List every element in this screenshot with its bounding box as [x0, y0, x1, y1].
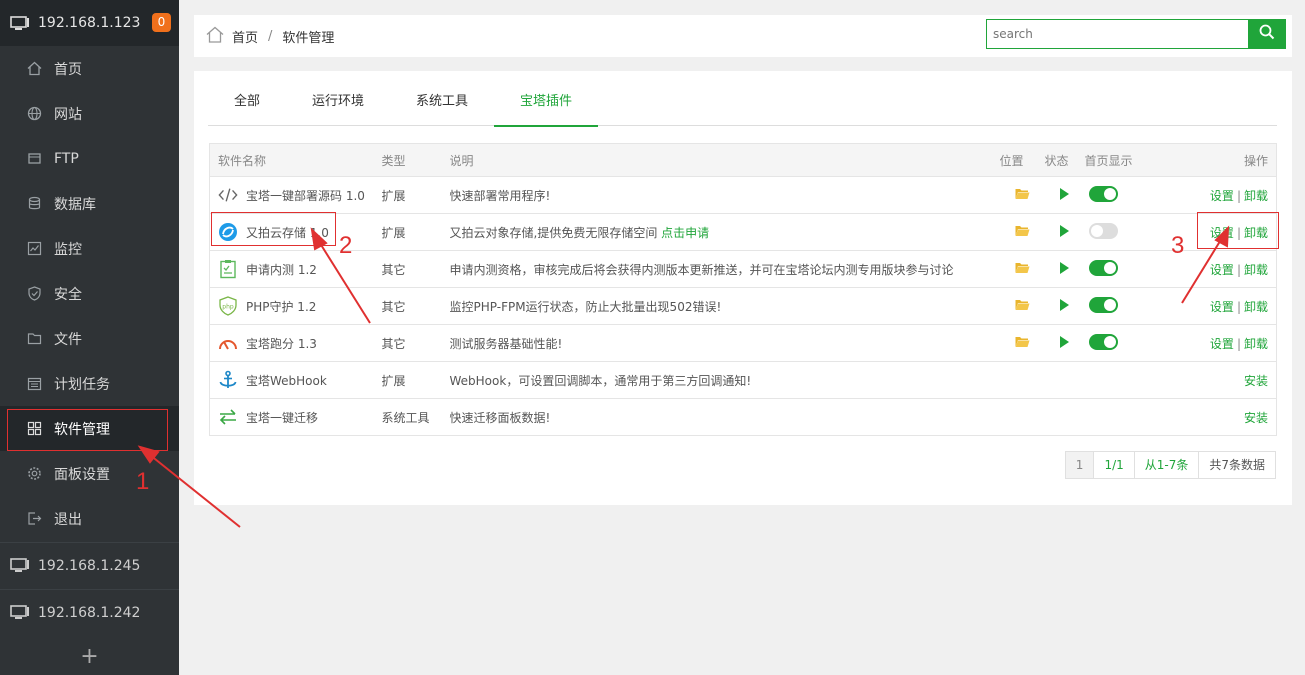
- annotation-step-1: 1: [136, 468, 150, 495]
- annotation-step-3: 3: [1171, 232, 1185, 259]
- annotation-step-2: 2: [339, 232, 353, 259]
- annotation-arrows: [137, 225, 1230, 528]
